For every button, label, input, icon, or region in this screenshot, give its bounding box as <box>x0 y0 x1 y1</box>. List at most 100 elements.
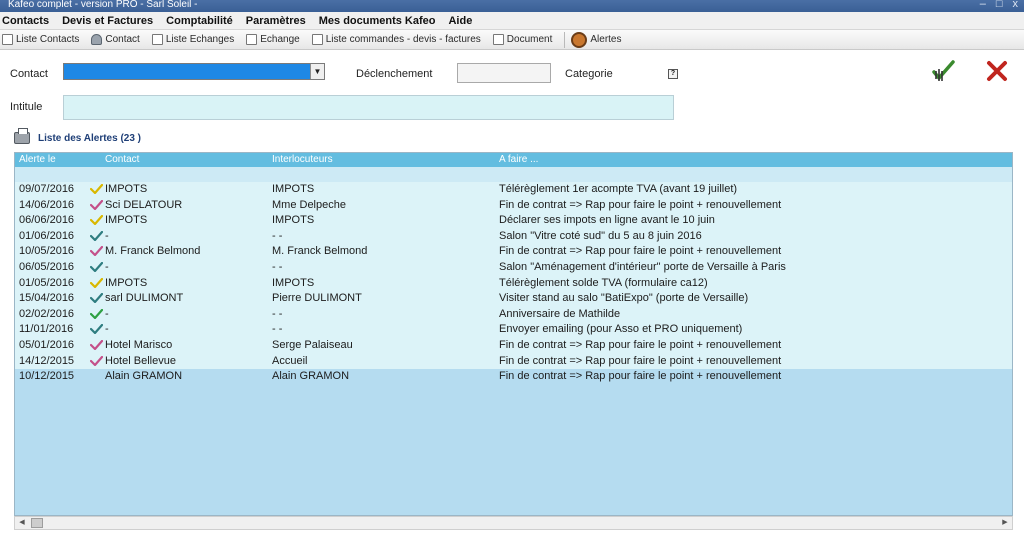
scroll-thumb[interactable] <box>31 518 43 528</box>
menu-mes-documents[interactable]: Mes documents Kafeo <box>317 15 436 27</box>
contact-select[interactable]: ▼ <box>63 63 325 80</box>
menu-parametres[interactable]: Paramètres <box>244 15 306 27</box>
row-a-faire: Fin de contrat => Rap pour faire le poin… <box>499 370 782 383</box>
column-header-a-faire[interactable]: A faire ... <box>499 154 538 165</box>
maximize-button[interactable]: □ <box>996 0 1003 12</box>
row-contact: - <box>105 229 109 242</box>
window-titlebar: Kafeo complet - version PRO - Sarl Solei… <box>0 0 1024 12</box>
alerts-grid[interactable]: Alerte le Contact Interlocuteurs A faire… <box>14 152 1013 516</box>
contact-label: Contact <box>10 68 48 80</box>
declenchement-input[interactable] <box>457 63 551 83</box>
table-row[interactable]: 10/05/2016 M. Franck Belmond M. Franck Bel… <box>15 244 1012 260</box>
table-row[interactable]: 06/05/2016 - - - Salon "Aménagement d'intér… <box>15 259 1012 276</box>
list-header: Liste des Alertes (23 ) <box>14 128 142 144</box>
list-icon <box>2 34 13 45</box>
row-date: 11/01/2016 <box>19 323 74 336</box>
row-interlocuteur: - - <box>272 323 283 336</box>
row-interlocuteur: Pierre DULIMONT <box>272 292 362 305</box>
toolbar-liste-echanges[interactable]: Liste Echanges <box>151 34 235 45</box>
row-a-faire: Fin de contrat => Rap pour faire le poin… <box>499 245 782 258</box>
menu-contacts[interactable]: Contacts <box>0 15 49 27</box>
row-contact: - <box>105 323 109 336</box>
toolbar-label: Liste commandes - devis - factures <box>325 34 481 45</box>
row-contact: IMPOTS <box>105 183 148 195</box>
row-interlocuteur: Accueil <box>272 354 308 367</box>
checkmark-icon <box>89 230 104 244</box>
toolbar-label: Liste Echanges <box>165 34 235 45</box>
toolbar-label: Echange <box>260 34 300 45</box>
horizontal-scrollbar[interactable]: ◀ ▶ <box>14 516 1013 530</box>
table-row[interactable]: 05/01/2016 Hotel Marisco Serge Palaiseau Fi… <box>15 337 1012 354</box>
menu-devis-factures[interactable]: Devis et Factures <box>60 15 153 27</box>
row-contact: - <box>105 260 109 273</box>
row-interlocuteur: Alain GRAMON <box>272 370 350 383</box>
table-row[interactable]: 14/06/2016 Sci DELATOUR Mme Delpeche Fin de… <box>15 197 1012 214</box>
row-date: 06/06/2016 <box>19 214 75 227</box>
printer-icon[interactable] <box>14 128 30 144</box>
intitule-label: Intitule <box>10 101 43 113</box>
table-row[interactable]: 15/04/2016 sarl DULIMONT Pierre DULIMONT Vi… <box>15 291 1012 307</box>
checkmark-icon <box>89 183 104 197</box>
grid-filter-band <box>15 167 1012 182</box>
toolbar-label: Document <box>506 34 553 45</box>
toolbar-echange[interactable]: Echange <box>246 34 300 45</box>
toolbar-liste-commandes[interactable]: Liste commandes - devis - factures <box>311 34 481 45</box>
minimize-button[interactable]: – <box>980 0 986 12</box>
row-date: 01/05/2016 <box>19 276 75 289</box>
cancel-button[interactable] <box>984 58 1010 84</box>
column-header-contact[interactable]: Contact <box>105 154 139 165</box>
row-date: 14/06/2016 <box>19 198 75 211</box>
table-row[interactable]: 11/01/2016 - - - Envoyer emailing (pour Ass… <box>15 322 1012 338</box>
intitule-input[interactable] <box>63 95 674 120</box>
list-title: Liste des Alertes (23 ) <box>38 132 142 144</box>
row-contact: Hotel Marisco <box>105 338 173 351</box>
menu-aide[interactable]: Aide <box>446 15 472 27</box>
row-date: 06/05/2016 <box>19 260 75 273</box>
row-a-faire: Fin de contrat => Rap pour faire le poin… <box>499 338 782 351</box>
row-contact: Alain GRAMON <box>105 370 183 383</box>
row-contact: Hotel Bellevue <box>105 354 176 367</box>
toolbar-document[interactable]: Document <box>492 34 553 45</box>
column-header-interlocuteurs[interactable]: Interlocuteurs <box>272 154 333 165</box>
table-row[interactable]: 09/07/2016 IMPOTS IMPOTS Télérèglement 1er … <box>15 182 1012 198</box>
row-interlocuteur: - - <box>272 260 283 273</box>
row-a-faire: Anniversaire de Mathilde <box>499 307 621 320</box>
categorie-label: Categorie <box>565 68 613 80</box>
table-row[interactable]: 01/05/2016 IMPOTS IMPOTS Télérèglement sold… <box>15 275 1012 292</box>
toolbar: Liste Contacts Contact Liste Echanges Ec… <box>0 30 1024 50</box>
document-icon <box>492 34 504 45</box>
declenchement-label: Déclenchement <box>356 68 433 80</box>
list-icon <box>151 34 163 45</box>
table-row[interactable]: 06/06/2016 IMPOTS IMPOTS Déclarer ses impot… <box>15 213 1012 229</box>
row-a-faire: Visiter stand au salo "BatiExpo" (porte … <box>499 292 749 305</box>
row-interlocuteur: IMPOTS <box>272 183 315 195</box>
toolbar-contact[interactable]: Contact <box>91 34 140 45</box>
alert-icon <box>571 31 588 48</box>
validate-button[interactable] <box>928 58 958 84</box>
table-row[interactable]: 02/02/2016 - - - Anniversaire de Mathilde <box>15 306 1012 323</box>
scroll-right-icon[interactable]: ▶ <box>998 517 1012 529</box>
chevron-down-icon[interactable]: ▼ <box>310 64 324 79</box>
row-date: 10/12/2015 <box>19 370 75 383</box>
row-interlocuteur: Serge Palaiseau <box>272 338 353 351</box>
menu-comptabilite[interactable]: Comptabilité <box>164 15 233 27</box>
toolbar-label: Alertes <box>590 34 622 45</box>
row-contact: M. Franck Belmond <box>105 245 201 258</box>
toolbar-liste-contacts[interactable]: Liste Contacts <box>2 34 79 45</box>
column-header-alerte-le[interactable]: Alerte le <box>19 154 56 165</box>
categorie-help-button[interactable]: ? <box>668 69 678 79</box>
row-date: 09/07/2016 <box>19 183 75 195</box>
row-a-faire: Fin de contrat => Rap pour faire le poin… <box>499 198 782 211</box>
table-row[interactable]: 14/12/2015 Hotel Bellevue Accueil Fin de co… <box>15 353 1012 370</box>
grid-header: Alerte le Contact Interlocuteurs A faire… <box>15 153 1012 167</box>
row-contact: Sci DELATOUR <box>105 198 183 211</box>
scroll-left-icon[interactable]: ◀ <box>15 517 29 529</box>
close-window-button[interactable]: x <box>1013 0 1019 12</box>
table-row[interactable]: 10/12/2015 Alain GRAMON Alain GRAMON Fin de… <box>15 369 1012 385</box>
checkmark-icon <box>89 261 104 275</box>
toolbar-alertes[interactable]: Alertes <box>571 31 622 48</box>
table-row[interactable]: 01/06/2016 - - - Salon "Vitre coté sud" du … <box>15 228 1012 245</box>
row-contact: IMPOTS <box>105 214 148 227</box>
row-a-faire: Fin de contrat => Rap pour faire le poin… <box>499 354 782 367</box>
checkmark-icon <box>89 355 104 369</box>
